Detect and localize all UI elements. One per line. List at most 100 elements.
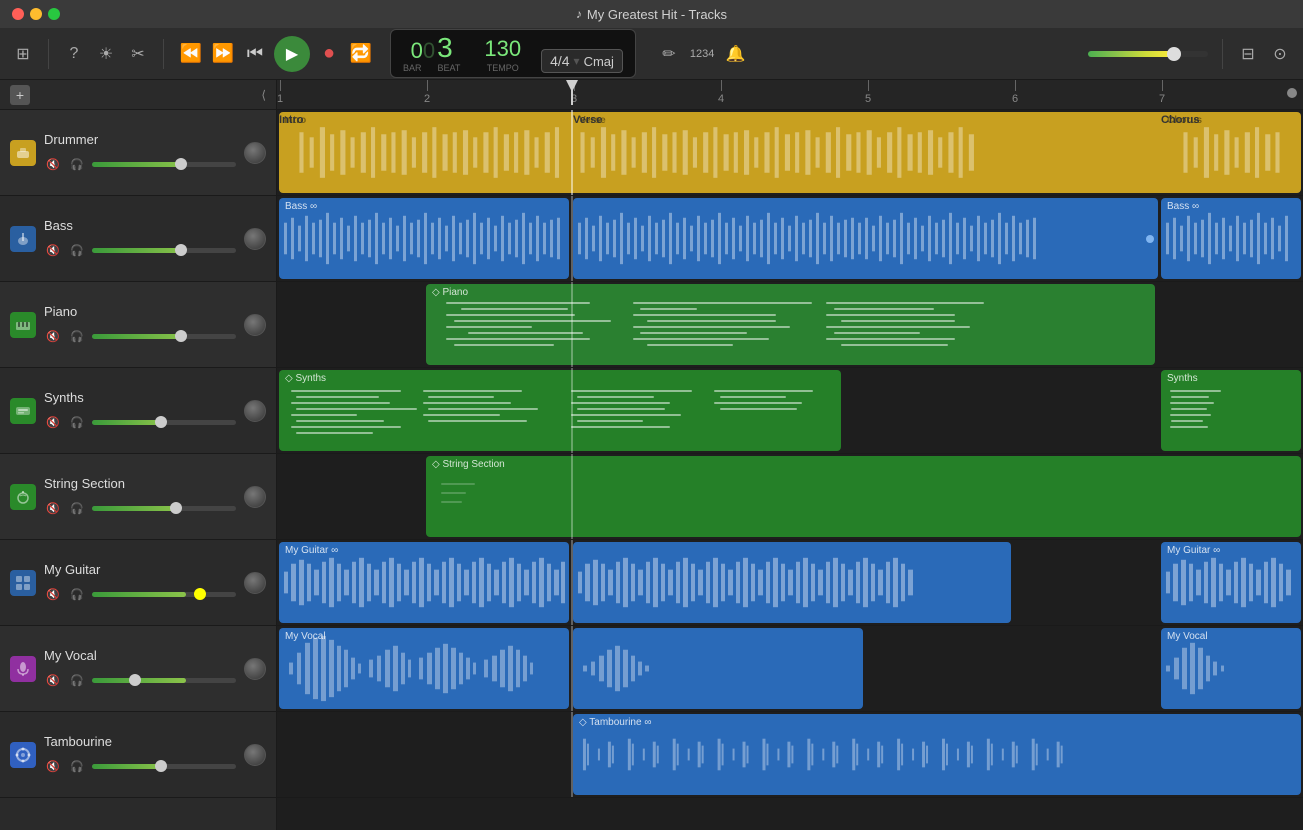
master-volume[interactable] (1088, 51, 1208, 57)
solo-button-bass[interactable]: 🎧 (68, 241, 86, 259)
pan-knob-string-section[interactable] (244, 486, 266, 508)
pan-knob-synths[interactable] (244, 400, 266, 422)
fader-synths[interactable] (92, 420, 236, 425)
maximize-button[interactable] (48, 8, 60, 20)
clip-vocal-verse[interactable] (573, 628, 863, 709)
help-icon[interactable]: ? (63, 43, 85, 65)
fader-knob-drummer[interactable] (175, 158, 187, 170)
clip-piano[interactable]: ◇ Piano (426, 284, 1155, 365)
solo-button-drummer[interactable]: 🎧 (68, 155, 86, 173)
mute-button-tambourine[interactable]: 🔇 (44, 757, 62, 775)
volume-knob[interactable] (1167, 47, 1181, 61)
midi-note-synths-18 (577, 408, 665, 410)
pan-knob-my-vocal[interactable] (244, 658, 266, 680)
rewind-button[interactable]: ⏪ (178, 41, 204, 67)
clip-vocal-intro[interactable]: My Vocal (279, 628, 569, 709)
toolbar-right: ⊟ ⊙ (1088, 39, 1291, 69)
clip-guitar-verse[interactable] (573, 542, 1011, 623)
fader-bass[interactable] (92, 248, 236, 253)
close-button[interactable] (12, 8, 24, 20)
midi-note-synths-11 (423, 402, 511, 404)
fader-piano[interactable] (92, 334, 236, 339)
fast-forward-button[interactable]: ⏩ (210, 41, 236, 67)
fader-knob-piano[interactable] (175, 330, 187, 342)
mute-button-my-vocal[interactable]: 🔇 (44, 671, 62, 689)
pan-knob-my-guitar[interactable] (244, 572, 266, 594)
scissors-icon[interactable]: ✂ (127, 43, 149, 65)
clip-synths-1[interactable]: ◇ Synths (279, 370, 841, 451)
window-title: ♪ My Greatest Hit - Tracks (576, 7, 727, 22)
fader-knob-tambourine[interactable] (155, 760, 167, 772)
bar-value[interactable]: 3 (437, 34, 453, 62)
fader-tambourine[interactable] (92, 764, 236, 769)
clip-bass-verse[interactable] (573, 198, 1158, 279)
clip-guitar-intro[interactable]: My Guitar ∞ (279, 542, 569, 623)
clip-guitar-chorus[interactable]: My Guitar ∞ (1161, 542, 1301, 623)
mute-button-string-section[interactable]: 🔇 (44, 499, 62, 517)
pencil-icon[interactable]: ✏ (658, 43, 680, 65)
fader-drummer[interactable] (92, 162, 236, 167)
track-info-bass: Bass 🔇 🎧 (44, 218, 236, 259)
cycle-button[interactable]: 🔁 (348, 41, 374, 67)
collapse-tracks-button[interactable]: ⟨ (261, 88, 266, 102)
clip-drummer-intro[interactable]: Intro Verse Chorus (279, 112, 1301, 193)
clip-label-synths-chorus: Synths (1167, 373, 1198, 384)
midi-note-synths-23 (720, 396, 786, 398)
fader-fill-piano (92, 334, 186, 339)
mute-button-synths[interactable]: 🔇 (44, 413, 62, 431)
solo-button-my-guitar[interactable]: 🎧 (68, 585, 86, 603)
solo-button-piano[interactable]: 🎧 (68, 327, 86, 345)
track-row-piano: ◇ Piano (277, 282, 1303, 368)
mute-button-bass[interactable]: 🔇 (44, 241, 62, 259)
tuner-icon[interactable]: 🔔 (724, 43, 746, 65)
smart-controls-icon[interactable]: ☀ (95, 43, 117, 65)
to-start-button[interactable]: ⏮ (242, 41, 268, 67)
solo-button-synths[interactable]: 🎧 (68, 413, 86, 431)
midi-note-synths-6 (296, 420, 384, 422)
clip-tambourine[interactable]: ◇ Tambourine ∞ (573, 714, 1301, 795)
pan-knob-bass[interactable] (244, 228, 266, 250)
titlebar: ♪ My Greatest Hit - Tracks (0, 0, 1303, 28)
clip-synths-chorus[interactable]: Synths (1161, 370, 1301, 451)
midi-note-synths-19 (571, 414, 681, 416)
fader-knob-synths[interactable] (155, 416, 167, 428)
fader-my-guitar[interactable] (92, 592, 236, 597)
fader-knob-bass[interactable] (175, 244, 187, 256)
mute-button-drummer[interactable]: 🔇 (44, 155, 62, 173)
plugin-icon[interactable]: ⊙ (1269, 43, 1291, 65)
clip-vocal-chorus[interactable]: My Vocal (1161, 628, 1301, 709)
add-track-button[interactable]: + (10, 85, 30, 105)
mute-button-my-guitar[interactable]: 🔇 (44, 585, 62, 603)
fader-knob-string-section[interactable] (170, 502, 182, 514)
ruler-mark-1: 1 (277, 80, 283, 105)
midi-note-synths-9 (423, 390, 522, 392)
tracks-canvas[interactable]: Intro Verse Chorus (277, 110, 1303, 830)
solo-button-string-section[interactable]: 🎧 (68, 499, 86, 517)
track-row-synths: ◇ Synths (277, 368, 1303, 454)
fader-knob-my-vocal[interactable] (129, 674, 141, 686)
clip-bass-intro[interactable]: Bass ∞ (279, 198, 569, 279)
track-controls-my-guitar: 🔇 🎧 (44, 585, 236, 603)
mute-button-piano[interactable]: 🔇 (44, 327, 62, 345)
pan-knob-piano[interactable] (244, 314, 266, 336)
record-button[interactable]: ● (316, 41, 342, 67)
pan-knob-drummer[interactable] (244, 142, 266, 164)
midi-note-piano-13 (633, 326, 791, 328)
library-icon[interactable]: ⊞ (12, 43, 34, 65)
fader-knob-my-guitar[interactable] (194, 588, 206, 600)
fader-my-vocal[interactable] (92, 678, 236, 683)
play-button[interactable]: ▶ (274, 36, 310, 72)
tempo-value[interactable]: 130 (484, 36, 521, 62)
playhead[interactable] (571, 80, 573, 105)
time-sig-display[interactable]: 4/4 ▾ Cmaj (541, 49, 623, 73)
pan-knob-tambourine[interactable] (244, 744, 266, 766)
fader-string-section[interactable] (92, 506, 236, 511)
clip-string-section-verse[interactable] (573, 456, 1301, 537)
solo-button-my-vocal[interactable]: 🎧 (68, 671, 86, 689)
clip-bass-chorus[interactable]: Bass ∞ (1161, 198, 1301, 279)
track-info-my-guitar: My Guitar 🔇 🎧 (44, 562, 236, 603)
section-label-verse-on-clip: Verse (579, 115, 606, 126)
minimize-button[interactable] (30, 8, 42, 20)
solo-button-tambourine[interactable]: 🎧 (68, 757, 86, 775)
mixer-icon[interactable]: ⊟ (1237, 43, 1259, 65)
